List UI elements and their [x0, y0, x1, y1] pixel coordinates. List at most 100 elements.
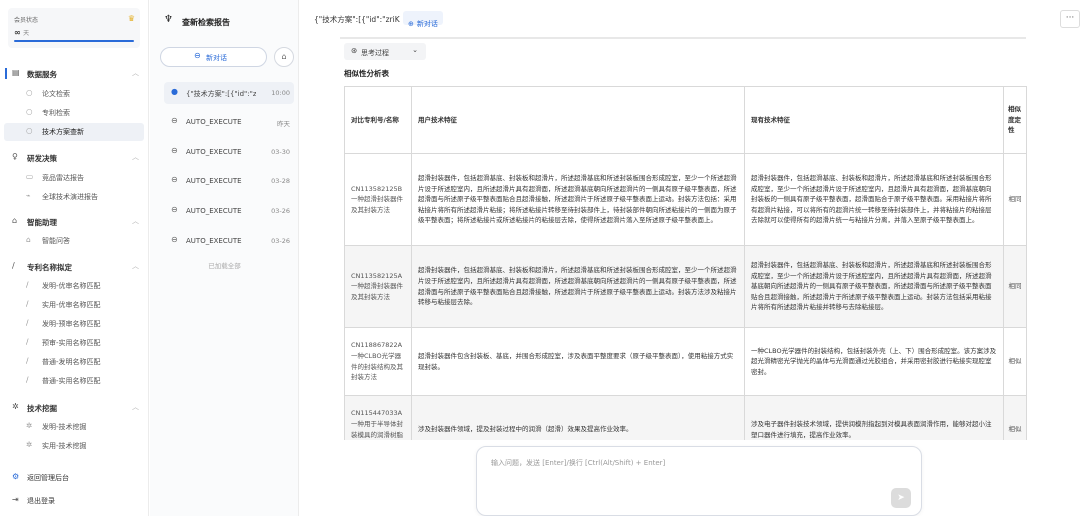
robot-icon: ⌂ — [12, 216, 18, 225]
history-session[interactable]: ⊖ AUTO_EXECUTE 昨天 — [164, 111, 294, 133]
sidebar-item-normal-inv[interactable]: ∕ 普通-发明名称匹配 — [4, 353, 144, 371]
history-session[interactable]: ⊖ AUTO_EXECUTE 03-26 — [164, 200, 294, 222]
table-row: CN118867822A一种CLBO光学器件的封装结构及其封装方法 超滑封装器件… — [344, 327, 1027, 396]
nav-group-data-service[interactable]: ▤ 数据服务 ︿ — [0, 64, 148, 84]
table-cell-prior-feature: 一种CLBO光学器件的封装结构，包括封装外壳（上、下）围合形成腔室。该方案涉及超… — [744, 327, 1004, 396]
session-name: AUTO_EXECUTE — [186, 177, 242, 185]
sparkle-icon: ✲ — [12, 402, 19, 411]
sidebar-item-tech-check[interactable]: ○ 技术方案查新 — [4, 123, 144, 141]
table-header-cell: 对比专利号/名称 — [344, 86, 412, 154]
nav-group-label: 研发决策 — [27, 154, 57, 163]
sidebar-item-label: 普通-发明名称匹配 — [42, 358, 101, 366]
chat-input-box[interactable]: 输入问题，发送 [Enter]/换行 [Ctrl(Alt/Shift) + En… — [476, 446, 922, 516]
table-cell-prior-feature: 涉及电子器件封装技术领域，提供润模剂指起到对模具表面润滑作用，能够对超小注塑口器… — [744, 395, 1004, 440]
table-cell-patent: CN118867822A一种CLBO光学器件的封装结构及其封装方法 — [344, 327, 412, 396]
table-cell-patent: CN113582125B一种超滑封装器件及其封装方法 — [344, 153, 412, 246]
nav-group-tech-mining[interactable]: ✲ 技术挖掘 ︿ — [0, 398, 148, 418]
table-header-cell: 相似度定性 — [1003, 86, 1027, 154]
nav-group-patent-naming[interactable]: ∕ 专利名称拟定 ︿ — [0, 257, 148, 277]
table-header-cell: 现有技术特征 — [744, 86, 1004, 154]
sidebar-item-product-radar[interactable]: ▭ 竞品雷达报告 — [4, 169, 144, 187]
history-panel: ♆ 查新检索报告 ⊖ 新对话 ⌂ ● {"技术方案":[{"id":"zriK … — [150, 0, 299, 516]
sidebar-item-label: 发明-技术挖掘 — [42, 423, 87, 431]
crown-icon: ♛ — [127, 14, 135, 23]
sidebar-item-label: 智能问答 — [42, 237, 70, 245]
new-chat-button[interactable]: ⊖ 新对话 — [160, 47, 267, 67]
quota-unit: 天 — [23, 30, 30, 37]
session-name: AUTO_EXECUTE — [186, 118, 242, 126]
session-name: AUTO_EXECUTE — [186, 148, 242, 156]
gear-icon: ⚙ — [12, 472, 20, 481]
pen-icon: ∕ — [26, 299, 29, 308]
nav-group-research[interactable]: ♀ 研发决策 ︿ — [0, 148, 148, 168]
sidebar-item-mine-util[interactable]: ✲ 实用-技术挖掘 — [4, 437, 144, 455]
send-button[interactable]: ➤ — [891, 488, 911, 508]
pen-icon: ∕ — [26, 318, 29, 327]
chat-bubble-icon: ⊖ — [171, 175, 178, 184]
app-logo-icon: ♆ — [164, 14, 173, 25]
sidebar-item-label: 预审-实用名称匹配 — [42, 339, 101, 347]
search-icon: ○ — [26, 107, 33, 116]
sidebar-item-normal-util[interactable]: ∕ 普通-实用名称匹配 — [4, 372, 144, 390]
sidebar-item-mine-inv[interactable]: ✲ 发明-技术挖掘 — [4, 418, 144, 436]
chat-bubble-icon: ⊖ — [171, 205, 178, 214]
app-root: 会员状态 ♛ ∞ 天 ▤ 数据服务 ︿ ○ 论文检索 ○ 专利检索 ○ 技术方案… — [0, 0, 1080, 516]
similarity-table: 对比专利号/名称 用户技术特征 现有技术特征 相似度定性 CN113582125… — [344, 86, 1027, 440]
sidebar-item-label: 论文检索 — [42, 90, 70, 98]
sidebar-item-inv-pre[interactable]: ∕ 发明-预审名称匹配 — [4, 315, 144, 333]
search-icon: ○ — [26, 126, 33, 135]
table-cell-level: 相同 — [1003, 245, 1027, 328]
sidebar-item-pre-util[interactable]: ∕ 预审-实用名称匹配 — [4, 334, 144, 352]
chat-icon: ⌂ — [26, 235, 31, 244]
history-title: 查新检索报告 — [182, 18, 230, 27]
admin-label: 返回管理后台 — [27, 474, 69, 482]
sidebar-item-paper-search[interactable]: ○ 论文检索 — [4, 85, 144, 103]
sidebar-item-inv-opt[interactable]: ∕ 发明-优审名称匹配 — [4, 277, 144, 295]
chat-bubble-icon: ● — [171, 87, 178, 96]
sidebar-item-label: 发明-预审名称匹配 — [42, 320, 101, 328]
sidebar-item-label: 竞品雷达报告 — [42, 174, 84, 182]
session-time: 03-26 — [271, 207, 290, 215]
trend-icon: ⌁ — [26, 191, 31, 200]
table-cell-prior-feature: 超滑封装器件，包括超滑基底、封装板和超滑片，所述超滑基底和所述封装板围合形成腔室… — [744, 153, 1004, 246]
sidebar-admin-link[interactable]: ⚙ 返回管理后台 — [0, 468, 148, 488]
sidebar-item-patent-search[interactable]: ○ 专利检索 — [4, 104, 144, 122]
table-row: CN113582125B一种超滑封装器件及其封装方法 超滑封装器件，包括超滑基底… — [344, 153, 1027, 246]
table-cell-level: 相似 — [1003, 395, 1027, 440]
membership-progress — [14, 40, 134, 42]
sidebar-item-smart-qa[interactable]: ⌂ 智能问答 — [4, 232, 144, 250]
sidebar-item-global-evolution[interactable]: ⌁ 全球技术演进报告 — [4, 188, 144, 206]
chevron-up-icon: ︿ — [132, 403, 139, 411]
table-cell-user-feature: 超滑封装器件包含封装板、基底，并围合形成腔室，涉及表面平整度要求（原子级平整表面… — [411, 327, 745, 396]
sidebar-item-label: 专利检索 — [42, 109, 70, 117]
sidebar-item-label: 实用-技术挖掘 — [42, 442, 87, 450]
pen-icon: ∕ — [26, 280, 29, 289]
chevron-up-icon: ︿ — [132, 153, 139, 161]
lock-icon[interactable]: ⌂ — [274, 47, 294, 67]
table-cell-user-feature: 超滑封装器件，包括超滑基底、封装板和超滑片，所述超滑基底和所述封装板围合形成腔室… — [411, 153, 745, 246]
history-header: ♆ 查新检索报告 — [164, 14, 294, 32]
nav-group-label: 专利名称拟定 — [27, 263, 72, 272]
membership-title: 会员状态 — [14, 17, 39, 24]
main-panel: {"技术方案":[{"id":"zriK ⊕ 新对话 ··· ⊛ 思考过程 ⌄ 相… — [300, 0, 1080, 516]
chat-input-placeholder[interactable]: 输入问题，发送 [Enter]/换行 [Ctrl(Alt/Shift) + En… — [491, 458, 665, 468]
history-session[interactable]: ⊖ AUTO_EXECUTE 03-26 — [164, 230, 294, 252]
history-session[interactable]: ⊖ AUTO_EXECUTE 03-28 — [164, 170, 294, 192]
chat-bubble-icon: ⊖ — [171, 146, 178, 155]
history-session[interactable]: ⊖ AUTO_EXECUTE 03-30 — [164, 141, 294, 163]
bulb-icon: ♀ — [12, 152, 18, 161]
nav-group-assistant[interactable]: ⌂ 智能助理 ︿ — [0, 212, 148, 232]
sidebar-item-label: 发明-优审名称匹配 — [42, 282, 101, 290]
logout-label: 退出登录 — [27, 497, 55, 505]
session-time: 03-26 — [271, 237, 290, 245]
history-session[interactable]: ● {"技术方案":[{"id":"zriK 10:00 — [164, 82, 294, 104]
session-time: 昨天 — [277, 120, 290, 128]
sidebar-logout-link[interactable]: ⇥ 退出登录 — [0, 491, 148, 511]
nav-group-label: 数据服务 — [27, 70, 57, 79]
database-icon: ▤ — [12, 68, 20, 77]
loaded-all-note: 已加载全部 — [208, 262, 241, 270]
membership-card[interactable]: 会员状态 ♛ ∞ 天 — [8, 8, 140, 48]
sidebar-item-util-opt[interactable]: ∕ 实用-优审名称匹配 — [4, 296, 144, 314]
sidebar-item-label: 实用-优审名称匹配 — [42, 301, 101, 309]
table-cell-level: 相同 — [1003, 153, 1027, 246]
